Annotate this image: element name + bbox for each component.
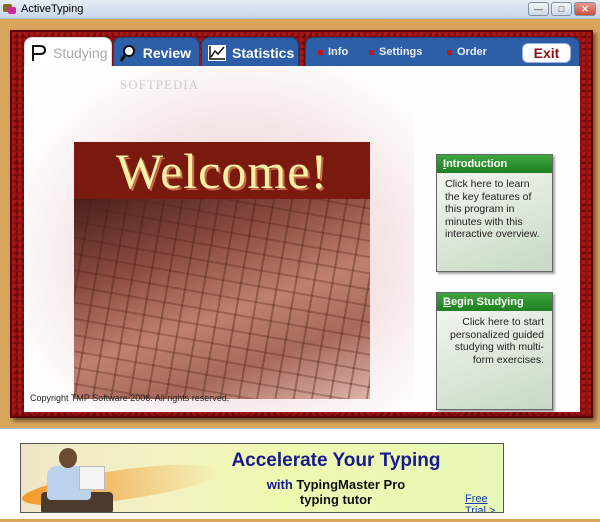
ad-product: TypingMaster Pro [296, 477, 406, 492]
ad-headline: Accelerate Your Typing [231, 450, 441, 471]
card-title-text: ntroduction [446, 158, 508, 170]
ad-with: with [266, 477, 293, 492]
card-title: Begin Studying [437, 293, 552, 311]
title-bar: ActiveTyping — □ ✕ [0, 0, 600, 19]
close-icon: ✕ [581, 3, 589, 14]
ad-subheadline: with TypingMaster Pro [211, 477, 461, 492]
accelerator-key: B [443, 296, 451, 308]
tab-review[interactable]: Review [113, 37, 200, 67]
maximize-icon: □ [558, 4, 565, 14]
main-tabs: Studying Review Statistics [24, 37, 300, 67]
welcome-banner: Welcome! [74, 142, 370, 199]
tab-label: Statistics [232, 44, 295, 61]
ad-person-image [41, 448, 113, 512]
tab-label: Review [142, 44, 191, 61]
free-trial-link[interactable]: Free Trial > [465, 493, 503, 512]
tab-studying[interactable]: Studying [24, 37, 112, 67]
main-frame: Studying Review Statistics Info Settings… [10, 30, 593, 418]
app-icon [3, 3, 17, 15]
minimize-button[interactable]: — [528, 2, 549, 16]
window-title: ActiveTyping [21, 3, 84, 15]
bullet-icon [318, 49, 323, 55]
nav-label: Order [457, 46, 487, 58]
flag-icon [31, 44, 47, 62]
welcome-title: Welcome! [115, 142, 329, 199]
watermark: SOFTPEDIA [120, 77, 200, 92]
magnifier-icon [120, 44, 137, 62]
close-button[interactable]: ✕ [574, 2, 596, 16]
nav-order[interactable]: Order [447, 46, 487, 58]
top-nav: Info Settings Order Exit [305, 37, 580, 67]
nav-settings[interactable]: Settings [369, 46, 422, 58]
app-window: ActiveTyping — □ ✕ Studying Review Stati… [0, 0, 600, 522]
tab-label: Studying [53, 44, 108, 61]
nav-label: Info [328, 46, 349, 58]
ad-banner[interactable]: Accelerate Your Typing with TypingMaster… [20, 443, 504, 513]
introduction-card[interactable]: Introduction Click here to learn the key… [436, 154, 553, 272]
exit-button[interactable]: Exit [522, 43, 571, 63]
minimize-icon: — [534, 4, 543, 14]
bullet-icon [369, 49, 374, 55]
card-title: Introduction [437, 155, 552, 173]
card-description: Click here to learn the key features of … [445, 178, 540, 240]
copyright-text: Copyright TMP Software 2006. All rights … [30, 393, 230, 403]
keyboard-photo [74, 199, 370, 399]
begin-studying-card[interactable]: Begin Studying Click here to start perso… [436, 292, 553, 410]
ad-subheadline-2: typing tutor [299, 492, 373, 507]
bullet-icon [447, 49, 452, 55]
card-description: Click here to start personalized guided … [450, 316, 544, 366]
card-title-text: egin Studying [450, 296, 524, 308]
ad-area: Accelerate Your Typing with TypingMaster… [0, 428, 600, 522]
line-chart-icon [208, 44, 226, 62]
nav-label: Settings [379, 46, 423, 58]
tab-statistics[interactable]: Statistics [201, 37, 299, 67]
nav-info[interactable]: Info [318, 46, 348, 58]
maximize-button[interactable]: □ [551, 2, 572, 16]
window-controls: — □ ✕ [528, 2, 596, 16]
content-panel: Welcome! Introduction Click here to lear… [24, 66, 580, 412]
